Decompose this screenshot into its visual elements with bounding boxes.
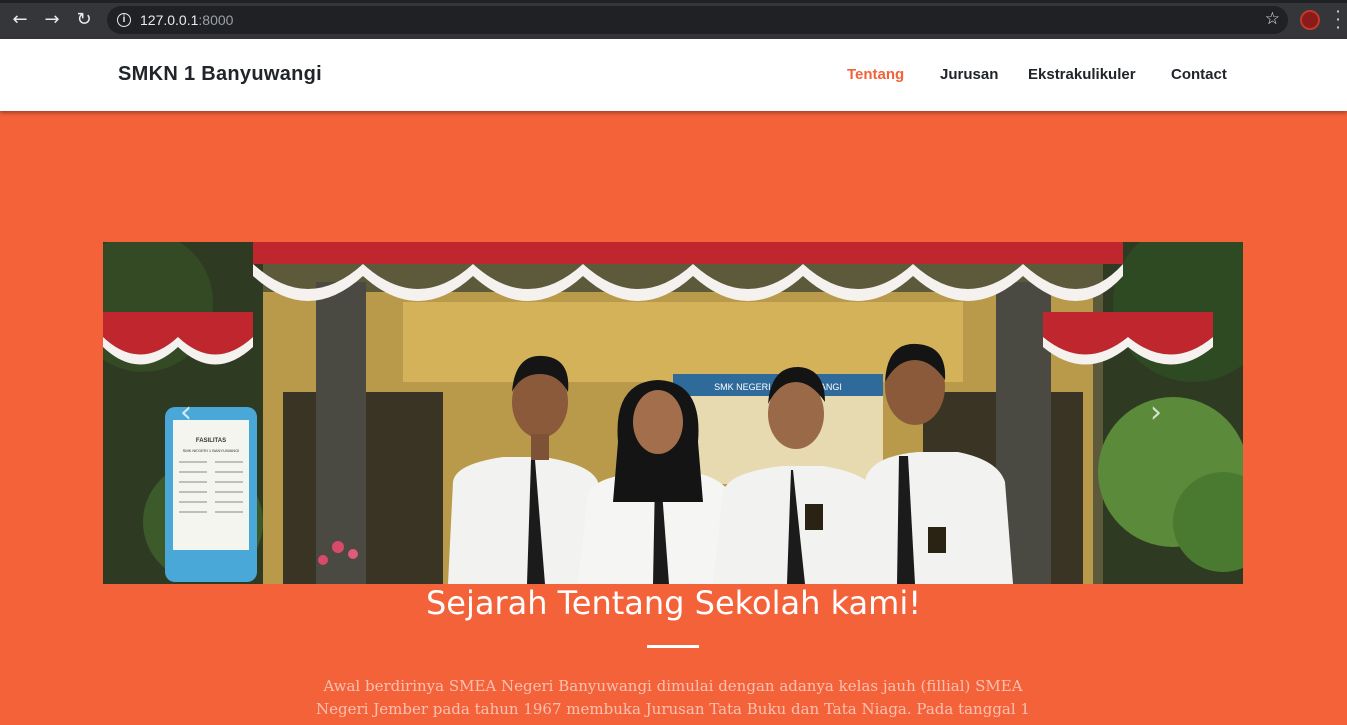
url-host: 127.0.0.1	[140, 12, 199, 28]
info-icon[interactable]: i	[117, 13, 131, 27]
url-port: :8000	[198, 12, 234, 28]
bookmark-star-icon[interactable]: ☆	[1265, 9, 1280, 29]
facility-board-subtitle: SMK NEGERI 1 BANYUWANGI	[183, 448, 240, 453]
back-arrow-icon[interactable]: ←	[9, 9, 31, 31]
hero-carousel-image: SMK NEGERI 1 BANYUWANGI FASILITAS SMK NE…	[103, 242, 1243, 584]
address-bar[interactable]: i 127.0.0.1:8000 ☆	[107, 6, 1288, 34]
browser-toolbar: ← → ↻ i 127.0.0.1:8000 ☆ · · ·	[0, 0, 1347, 39]
history-paragraph: Awal berdirinya SMEA Negeri Banyuwangi d…	[316, 677, 1030, 718]
facility-board-title: FASILITAS	[196, 438, 226, 444]
forward-arrow-icon[interactable]: →	[41, 9, 63, 31]
section-heading: Sejarah Tentang Sekolah kami!	[425, 584, 922, 622]
browser-menu-icon[interactable]: · · ·	[1334, 4, 1342, 36]
nav-link-contact[interactable]: Contact	[1171, 66, 1227, 83]
nav-link-tentang[interactable]: Tentang	[847, 66, 904, 83]
tab-strip	[0, 0, 1347, 3]
reload-icon[interactable]: ↻	[73, 9, 95, 31]
carousel-next-chevron-icon[interactable]: ›	[1146, 398, 1166, 428]
url-text[interactable]: 127.0.0.1:8000	[140, 12, 233, 28]
navbar-brand[interactable]: SMKN 1 Banyuwangi	[118, 63, 322, 86]
extension-icon[interactable]	[1300, 10, 1320, 30]
nav-link-jurusan[interactable]: Jurusan	[940, 66, 998, 83]
heading-divider	[647, 645, 699, 648]
site-navbar: SMKN 1 Banyuwangi Tentang Jurusan Ekstra…	[0, 39, 1347, 111]
nav-link-ekstrakulikuler[interactable]: Ekstrakulikuler	[1028, 66, 1136, 83]
carousel-prev-chevron-icon[interactable]: ‹	[176, 398, 196, 428]
